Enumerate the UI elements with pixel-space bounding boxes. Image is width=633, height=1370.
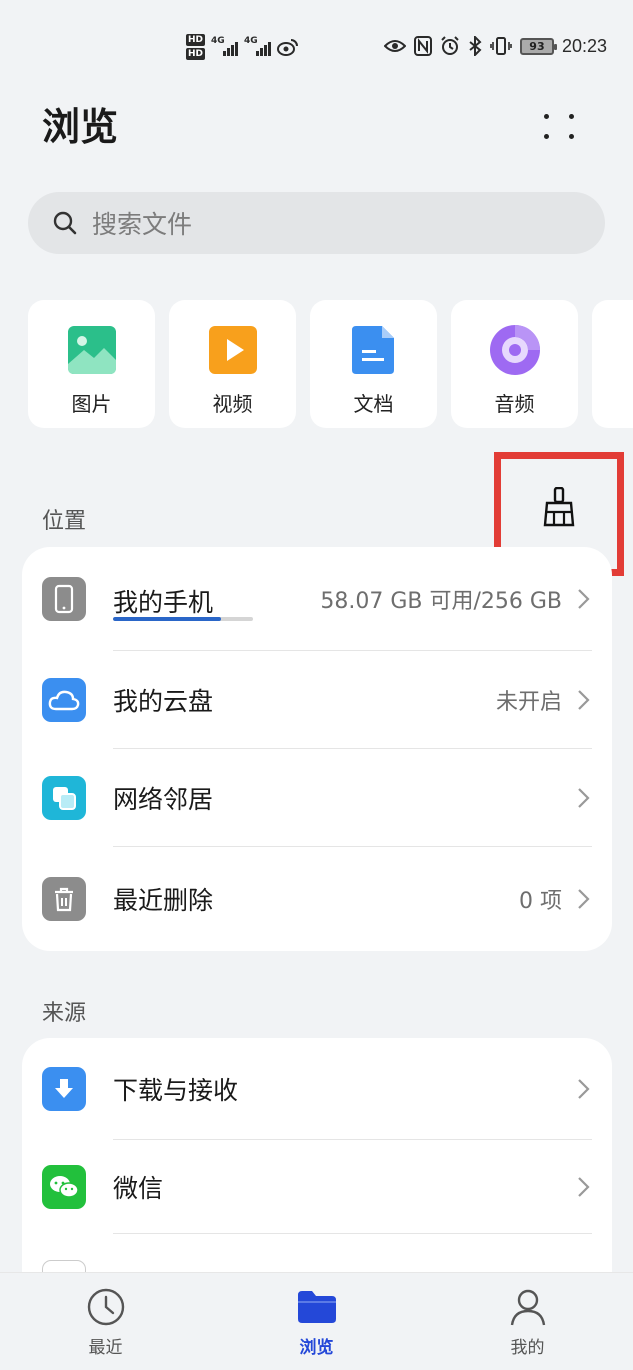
search-bar[interactable]: 搜索文件	[28, 192, 605, 254]
source-wechat[interactable]: 微信	[22, 1140, 612, 1234]
category-audio[interactable]: 音频	[451, 300, 578, 428]
vibrate-icon	[490, 37, 512, 55]
category-label: 图片	[71, 392, 112, 416]
phone-icon	[42, 577, 86, 621]
storage-usage-bar	[113, 617, 253, 621]
locations-card: 我的手机 58.07 GB 可用/256 GB 我的云盘 未开启 网络邻居 最近…	[22, 547, 612, 951]
status-right: 93 20:23	[383, 32, 607, 60]
source-partial-row[interactable]	[22, 1234, 612, 1272]
signal-icon: 4G	[211, 36, 239, 56]
location-my-phone[interactable]: 我的手机 58.07 GB 可用/256 GB	[22, 547, 612, 651]
more-options-button[interactable]	[534, 106, 584, 146]
download-icon	[42, 1067, 86, 1111]
nav-recent[interactable]: 最近	[46, 1287, 166, 1358]
more-dot	[544, 113, 549, 119]
folder-icon	[297, 1291, 336, 1323]
chevron-right-icon	[578, 1177, 590, 1197]
location-my-cloud[interactable]: 我的云盘 未开启	[22, 651, 612, 749]
network-icon	[42, 776, 86, 820]
status-bar: HD HD 4G 4G 93 20:23	[0, 0, 633, 90]
sources-card: 下载与接收 微信	[22, 1038, 612, 1272]
chevron-right-icon	[578, 690, 590, 710]
nav-label: 浏览	[299, 1338, 334, 1358]
signal-icon-2: 4G	[244, 36, 272, 56]
search-placeholder: 搜索文件	[92, 210, 193, 239]
nav-mine[interactable]: 我的	[468, 1287, 588, 1358]
nav-browse[interactable]: 浏览	[257, 1287, 377, 1358]
location-label: 我的云盘	[113, 687, 214, 716]
location-network-neighbors[interactable]: 网络邻居	[22, 749, 612, 847]
category-images[interactable]: 图片	[28, 300, 155, 428]
more-dot	[569, 133, 574, 139]
status-left: HD HD 4G 4G	[186, 30, 299, 64]
video-icon	[208, 326, 257, 374]
category-label: 视频	[212, 392, 253, 416]
hd-badge-top: HD	[186, 34, 206, 46]
more-dot	[569, 113, 574, 119]
location-value: 未开启	[495, 690, 562, 715]
nav-label: 最近	[88, 1338, 123, 1358]
location-label: 最近删除	[113, 886, 214, 915]
category-more-partial[interactable]	[592, 300, 633, 428]
search-icon	[53, 211, 77, 235]
document-icon	[351, 326, 394, 374]
image-icon	[67, 326, 116, 374]
eye-icon	[383, 40, 406, 52]
section-label-locations: 位置	[42, 509, 87, 534]
chevron-right-icon	[578, 889, 590, 909]
bluetooth-icon	[469, 36, 482, 56]
app-icon	[42, 1260, 86, 1272]
clock-icon	[87, 1288, 124, 1326]
battery-indicator: 93	[519, 37, 557, 55]
nfc-icon	[413, 36, 432, 56]
trash-icon	[42, 877, 86, 921]
bottom-navigation: 最近 浏览 我的	[0, 1272, 633, 1370]
hd-indicator: HD HD	[186, 34, 206, 60]
audio-icon	[489, 325, 540, 375]
clock-time: 20:23	[561, 35, 607, 56]
network-type-label-2: 4G	[244, 36, 258, 46]
category-videos[interactable]: 视频	[169, 300, 296, 428]
category-documents[interactable]: 文档	[310, 300, 437, 428]
location-label: 我的手机	[113, 588, 214, 617]
network-type-label: 4G	[211, 36, 225, 46]
category-row: 图片 视频 文档 音频	[28, 300, 633, 428]
location-recently-deleted[interactable]: 最近删除 0 项	[22, 847, 612, 951]
location-value: 58.07 GB 可用/256 GB	[320, 589, 562, 614]
chevron-right-icon	[578, 1079, 590, 1099]
person-icon	[510, 1289, 545, 1326]
source-label: 微信	[113, 1174, 164, 1203]
source-downloads[interactable]: 下载与接收	[22, 1038, 612, 1140]
chevron-right-icon	[578, 788, 590, 808]
location-value: 0 项	[519, 889, 562, 914]
storage-usage-fill	[113, 617, 221, 621]
hd-badge-bottom: HD	[186, 48, 206, 60]
nav-label: 我的	[510, 1338, 545, 1358]
category-label: 音频	[494, 392, 535, 416]
section-label-sources: 来源	[42, 1001, 87, 1026]
page-title: 浏览	[42, 105, 119, 149]
alarm-icon	[441, 36, 459, 55]
wechat-icon	[42, 1165, 86, 1209]
location-label: 网络邻居	[113, 785, 214, 814]
source-label: 下载与接收	[113, 1076, 239, 1105]
cloud-icon	[42, 678, 86, 722]
broom-icon	[543, 487, 575, 527]
chevron-right-icon	[578, 589, 590, 609]
more-dot	[544, 133, 549, 139]
category-label: 文档	[353, 392, 394, 416]
weibo-icon	[277, 39, 299, 56]
